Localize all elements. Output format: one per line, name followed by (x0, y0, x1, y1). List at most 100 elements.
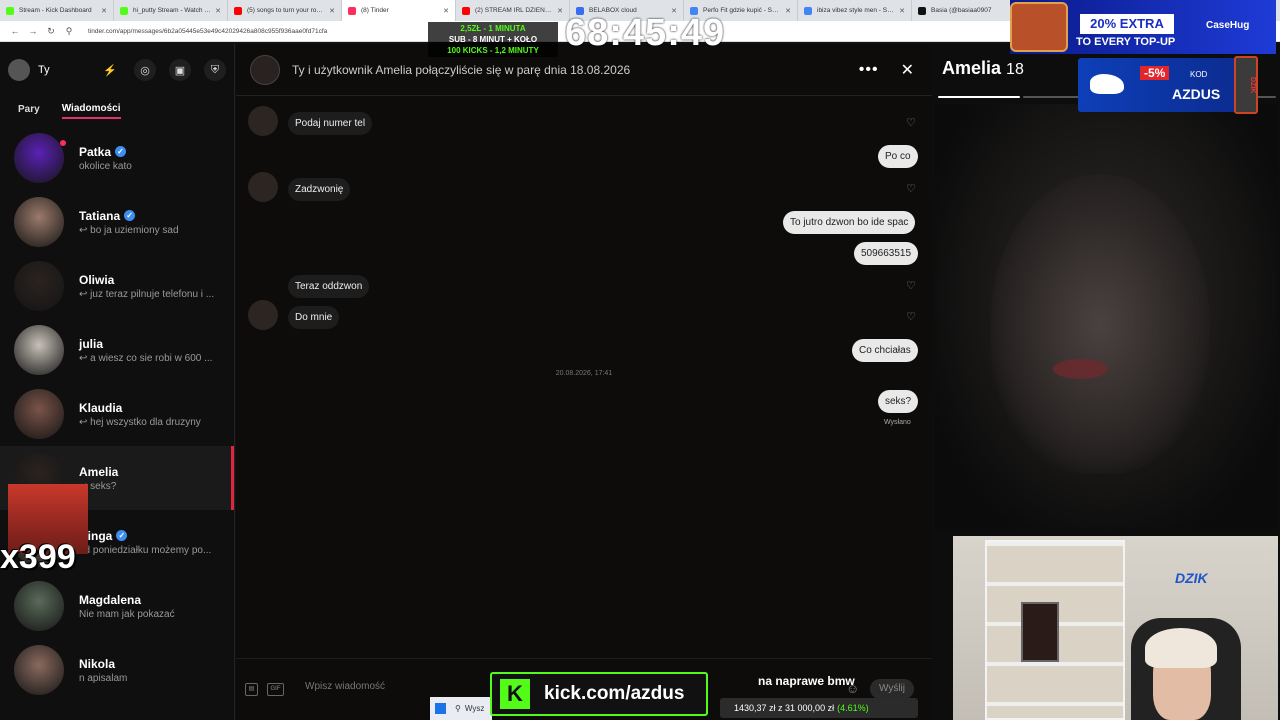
webcam-streamer-hair (1145, 628, 1217, 668)
send-button[interactable]: Wyślij (870, 679, 914, 699)
conversation-name: julia (79, 337, 221, 351)
like-heart-icon[interactable]: ♡ (906, 310, 916, 323)
browser-tab[interactable]: (8) Tinder ✕ (342, 0, 456, 21)
conversation-preview: ↩ a wiesz co sie robi w 600 ... (79, 352, 213, 364)
like-heart-icon[interactable]: ♡ (906, 116, 916, 129)
windows-start-icon[interactable] (435, 703, 446, 714)
goal-line: 100 KICKS - 1,2 MINUTY (447, 46, 539, 55)
my-avatar[interactable] (8, 59, 30, 81)
profile-age: 18 (1006, 61, 1024, 78)
message-avatar (248, 106, 278, 136)
like-heart-icon[interactable]: ♡ (906, 279, 916, 292)
avatar[interactable] (14, 261, 64, 311)
avatar[interactable] (14, 325, 64, 375)
browser-tab[interactable]: Stream - Kick Dashboard ✕ (0, 0, 114, 21)
message-input[interactable]: Wpisz wiadomość (305, 681, 385, 692)
stream-goals-overlay: 2,5ZŁ - 1 MINUTA SUB - 8 MINUT + KOŁO 10… (428, 22, 558, 57)
donation-goal-text: 1430,37 zł z 31 000,00 zł (734, 703, 835, 713)
conversation-item[interactable]: Oliwia ↩ juz teraz pilnuje telefonu i ... (0, 254, 234, 318)
conversation-preview: okolice kato (79, 160, 132, 172)
message-bubble-received: Teraz oddzwon (288, 275, 370, 298)
tab-close-icon[interactable]: ✕ (899, 7, 905, 15)
conversation-preview: ↩ juz teraz pilnuje telefonu i ... (79, 288, 215, 300)
profile-photo[interactable] (935, 104, 1278, 529)
kick-banner: K kick.com/azdus (490, 672, 708, 716)
message-avatar (248, 172, 278, 202)
conversation-preview: ↩ seks? (79, 480, 117, 492)
explore-icon[interactable]: ◎ (134, 59, 156, 81)
like-heart-icon[interactable]: ♡ (906, 182, 916, 195)
avatar[interactable] (14, 389, 64, 439)
browser-tab[interactable]: Basia (@basiaa0907✕ (912, 0, 1026, 21)
conversation-name-text: Nikola (79, 656, 116, 671)
tab-close-icon[interactable]: ✕ (785, 7, 791, 15)
tab-close-icon[interactable]: ✕ (101, 7, 107, 15)
gif-button[interactable]: GIF (267, 683, 284, 696)
conversation-info: Patka ✓ okolice kato (79, 145, 221, 172)
message-bubble-sent: To jutro dzwon bo ide spac (783, 211, 916, 234)
date-separator: 20.08.2026, 17:41 (555, 370, 613, 377)
shield-icon[interactable]: ⛨ (204, 59, 226, 81)
treasure-chest-icon (1010, 2, 1068, 52)
conversation-item[interactable]: Tatiana ✓ ↩ bo ja uziemiony sad (0, 190, 234, 254)
sidebar-header: Ty ⚡ ◎ ▣ ⛨ (0, 44, 234, 96)
boost-icon[interactable]: ⚡ (99, 59, 121, 81)
url-text[interactable]: tinder.com/app/messages/6b2a05445e53e49c… (88, 28, 327, 35)
conversation-name: Kinga ✓ (79, 529, 221, 543)
ad-promo-code: AZDUS (1172, 86, 1221, 102)
browser-tab[interactable]: ibiza vibez style men - Szukaj ✕ (798, 0, 912, 21)
message-avatar (248, 300, 278, 330)
site-info-icon[interactable]: ⚲ (60, 26, 78, 37)
back-icon[interactable]: ← (6, 26, 24, 36)
conversation-item[interactable]: julia ↩ a wiesz co sie robi w 600 ... (0, 318, 234, 382)
browser-tab[interactable]: (5) songs to turn your room in ✕ (228, 0, 342, 21)
photo-progress-segment[interactable] (938, 96, 1021, 98)
energy-can-icon: DZIK (1234, 56, 1258, 114)
message-bubble-received: Do mnie (288, 306, 340, 329)
conversation-name-text: Magdalena (79, 592, 142, 607)
sticker-icon[interactable]: ▤ (245, 683, 258, 696)
tab-close-icon[interactable]: ✕ (215, 7, 221, 15)
search-icon[interactable]: ⚲ (455, 704, 461, 713)
browser-tab-label: (8) Tinder (361, 7, 389, 14)
browser-tab-label: Stream - Kick Dashboard (19, 7, 92, 14)
dzik-ad: -5% KOD AZDUS DZIK (1078, 56, 1258, 114)
avatar[interactable] (14, 197, 64, 247)
reload-icon[interactable]: ↻ (42, 26, 60, 37)
browser-tab-label: ibiza vibez style men - Szukaj (817, 7, 896, 14)
close-icon[interactable]: ✕ (901, 60, 914, 80)
ad-kod-label: KOD (1190, 70, 1208, 79)
tab-close-icon[interactable]: ✕ (443, 7, 449, 15)
conversation-sidebar: Ty ⚡ ◎ ▣ ⛨ Pary Wiadomości Patka ✓ okolice… (0, 44, 235, 720)
tab-close-icon[interactable]: ✕ (557, 7, 563, 15)
tab-favicon-icon (120, 6, 128, 15)
conversation-name: Patka ✓ (79, 145, 221, 159)
avatar[interactable] (14, 645, 64, 695)
more-options-icon[interactable]: ••• (859, 61, 879, 79)
match-avatar[interactable] (250, 54, 280, 85)
conversation-preview: ↩ bo ja uziemiony sad (79, 224, 179, 236)
tab-messages[interactable]: Wiadomości (61, 103, 121, 119)
conversation-item[interactable]: Nikola n apisalam (0, 638, 234, 702)
tab-matches[interactable]: Pary (18, 104, 40, 118)
avatar[interactable] (14, 133, 64, 183)
goal-line: 2,5ZŁ - 1 MINUTA (460, 24, 526, 33)
browser-tab[interactable]: hi_putty Stream - Watch Live ✕ (114, 0, 228, 21)
tab-favicon-icon (918, 6, 926, 15)
stream-caption: na naprawe bmw (758, 674, 855, 688)
tab-close-icon[interactable]: ✕ (329, 7, 335, 15)
forward-icon[interactable]: → (24, 26, 42, 36)
conversation-item[interactable]: Patka ✓ okolice kato (0, 126, 234, 190)
my-profile-label[interactable]: Ty (38, 64, 86, 76)
conversation-item[interactable]: Magdalena Nie mam jak pokazać (0, 574, 234, 638)
browser-tab[interactable]: (2) STREAM IRL DZIEŃ 2 WEB ✕ (456, 0, 570, 21)
tab-favicon-icon (348, 6, 356, 15)
taskbar-search[interactable]: Wysz (465, 704, 484, 713)
avatar[interactable] (14, 581, 64, 631)
profile-photo-detail (1053, 359, 1108, 379)
briefcase-icon[interactable]: ▣ (169, 59, 191, 81)
kick-url: kick.com/azdus (544, 683, 685, 704)
goal-line: SUB - 8 MINUT + KOŁO (448, 35, 538, 44)
conversation-item[interactable]: Klaudia ↩ hej wszystko dla druzyny (0, 382, 234, 446)
conversation-info: Oliwia ↩ juz teraz pilnuje telefonu i ... (79, 273, 221, 300)
